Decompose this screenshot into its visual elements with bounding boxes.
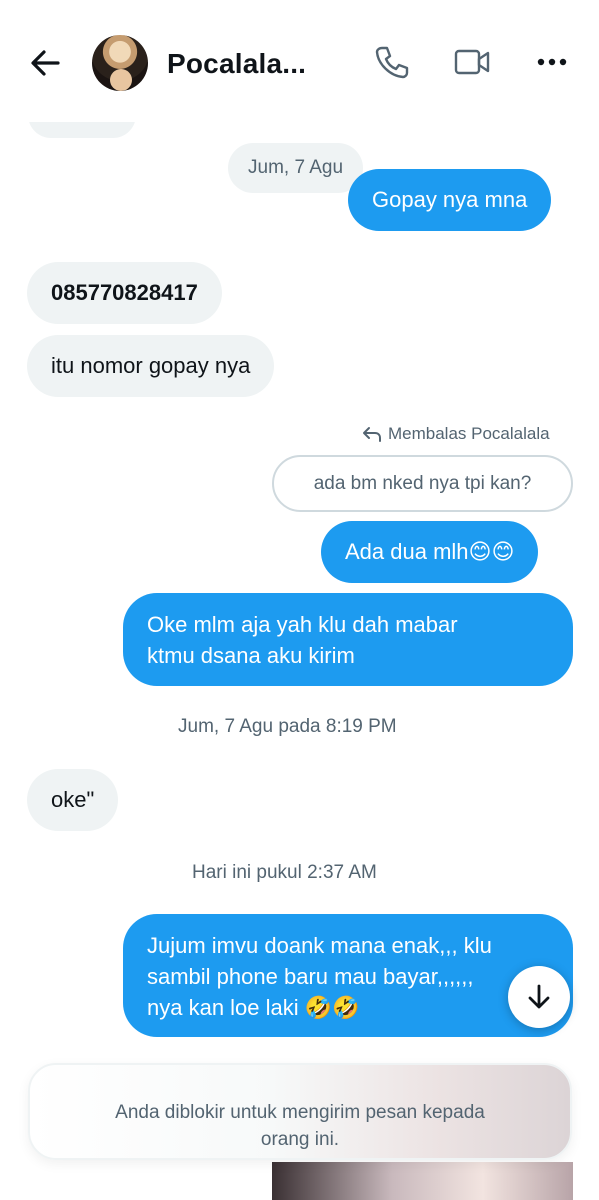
message-incoming[interactable]: oke" (27, 769, 119, 831)
message-text-line: nya kan loe laki 🤣🤣 (147, 995, 360, 1020)
message-outgoing[interactable]: Gopay nya mna (348, 169, 552, 231)
blocked-text-line: Anda diblokir untuk mengirim pesan kepad… (115, 1102, 485, 1123)
reply-indicator: Membalas Pocalalala (362, 424, 550, 444)
scroll-to-bottom-button[interactable] (508, 966, 570, 1028)
message-incoming[interactable]: itu nomor gopay nya (27, 335, 275, 397)
message-text-line: ktmu dsana aku kirim (147, 643, 355, 668)
timestamp: Hari ini pukul 2:37 AM (192, 862, 377, 883)
message-text-line: Jujum imvu doank mana enak,,, klu (147, 933, 492, 958)
message-outgoing[interactable]: Ada dua mlh😊😊 (321, 521, 539, 583)
message-text-line: Oke mlm aja yah klu dah mabar (147, 612, 458, 637)
arrow-left-icon[interactable] (24, 42, 66, 84)
phone-icon[interactable] (372, 42, 412, 82)
message-text: itu nomor gopay nya (51, 353, 251, 378)
timestamp: Jum, 7 Agu pada 8:19 PM (178, 716, 397, 737)
message-outgoing[interactable]: Oke mlm aja yah klu dah mabar ktmu dsana… (123, 593, 573, 686)
avatar[interactable] (92, 35, 148, 91)
message-text: Gopay nya mna (372, 187, 528, 212)
conversation-title[interactable]: Pocalala... (167, 48, 306, 80)
date-separator: Jum, 7 Agu (228, 143, 364, 193)
reply-arrow-icon (363, 427, 381, 442)
quoted-message[interactable]: ada bm nked nya tpi kan? (272, 455, 573, 512)
blocked-text-line: orang ini. (260, 1129, 340, 1150)
blocked-notice: Anda diblokir untuk mengirim pesan kepad… (28, 1063, 572, 1160)
media-thumbnail[interactable] (272, 1162, 573, 1200)
message-text: Ada dua mlh😊😊 (345, 539, 515, 564)
message-outgoing[interactable]: Jujum imvu doank mana enak,,, klu sambil… (123, 914, 573, 1037)
message-text: oke" (51, 787, 95, 812)
arrow-down-icon (528, 984, 550, 1009)
message-text-line: sambil phone baru mau bayar,,,,,, (147, 964, 474, 989)
video-camera-icon[interactable] (452, 42, 492, 82)
conversation-header: Pocalala... (0, 0, 599, 122)
reply-label: Membalas Pocalalala (388, 424, 550, 443)
more-horizontal-icon[interactable] (532, 42, 572, 82)
message-incoming[interactable]: 085770828417 (27, 262, 222, 324)
message-text: 085770828417 (51, 280, 198, 305)
